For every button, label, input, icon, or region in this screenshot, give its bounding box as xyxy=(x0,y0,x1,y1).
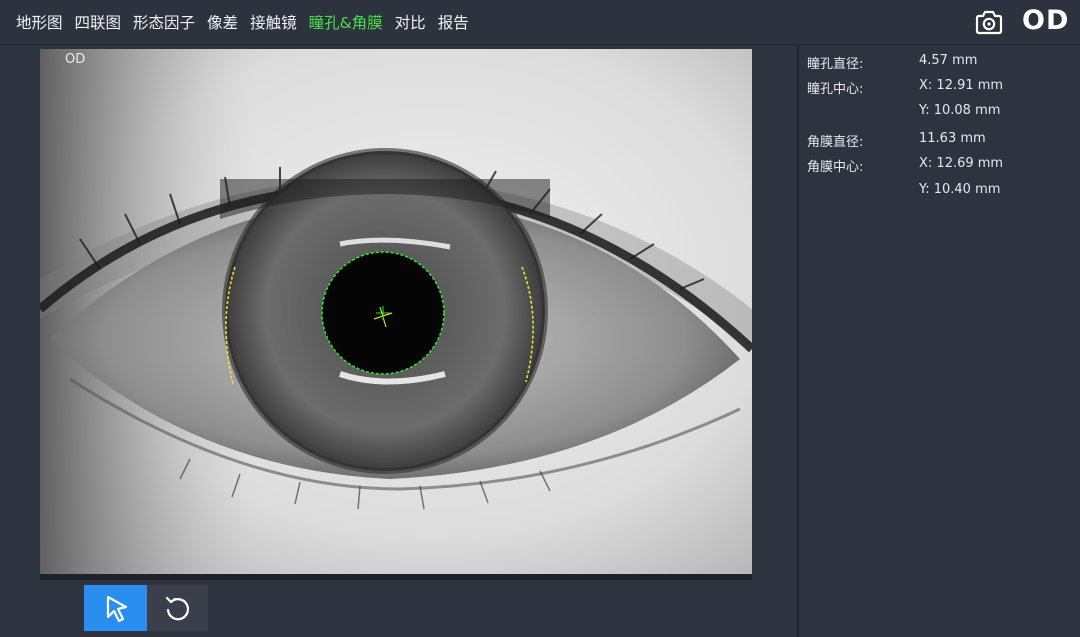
tab-aberration[interactable]: 像差 xyxy=(201,11,244,33)
pupil-diameter-label: 瞳孔直径: xyxy=(807,57,864,72)
eye-side-label: OD xyxy=(1022,5,1070,36)
eye-image xyxy=(40,49,752,574)
measurement-panel: 瞳孔直径: 4.57 mm 瞳孔中心: X: 12.91 mm Y: 10.08… xyxy=(799,45,1080,637)
cursor-arrow-icon xyxy=(106,595,127,623)
tab-contact-lens[interactable]: 接触镜 xyxy=(244,11,303,33)
cornea-diameter-label: 角膜直径: xyxy=(807,135,864,150)
select-tool-button[interactable] xyxy=(84,585,147,631)
rotate-reset-icon xyxy=(165,596,189,621)
image-bottom-strip xyxy=(40,574,752,580)
top-navigation-bar: 地形图 四联图 形态因子 像差 接触镜 瞳孔&角膜 对比 报告 OD xyxy=(0,0,1080,45)
image-eye-label: OD xyxy=(65,52,86,67)
camera-icon[interactable] xyxy=(972,6,1006,38)
cornea-diameter-value: 11.63 mm xyxy=(919,131,986,146)
tab-pupil-cornea[interactable]: 瞳孔&角膜 xyxy=(303,11,389,33)
pupil-center-label: 瞳孔中心: xyxy=(807,82,864,97)
pupil-center-x: X: 12.91 mm xyxy=(919,78,1004,93)
image-pane xyxy=(0,45,797,637)
pupil-diameter-value: 4.57 mm xyxy=(919,53,978,68)
cornea-center-y: Y: 10.40 mm xyxy=(919,182,1001,197)
cornea-center-x: X: 12.69 mm xyxy=(919,156,1004,171)
tab-report[interactable]: 报告 xyxy=(432,11,475,33)
cornea-center-label: 角膜中心: xyxy=(807,160,864,175)
pupil-center-y: Y: 10.08 mm xyxy=(919,103,1001,118)
tab-bar: 地形图 四联图 形态因子 像差 接触镜 瞳孔&角膜 对比 报告 xyxy=(10,0,475,44)
tab-quad-map[interactable]: 四联图 xyxy=(69,11,128,33)
reset-tool-button[interactable] xyxy=(147,585,208,631)
tab-compare[interactable]: 对比 xyxy=(389,11,432,33)
tab-shape-factor[interactable]: 形态因子 xyxy=(127,11,201,33)
tab-topography[interactable]: 地形图 xyxy=(10,11,69,33)
